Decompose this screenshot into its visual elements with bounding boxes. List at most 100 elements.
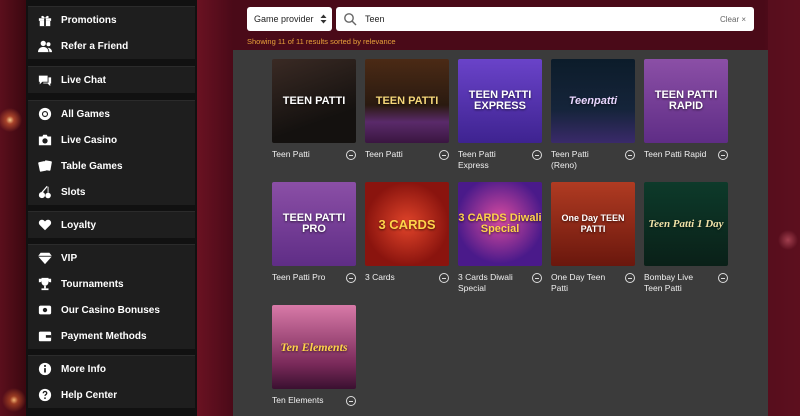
game-thumbnail: TEEN PATTI PRO <box>272 182 356 266</box>
sidebar-item-label: Our Casino Bonuses <box>61 304 160 316</box>
game-tile-teen-patti-1[interactable]: TEEN PATTI Teen Patti <box>272 59 356 160</box>
game-info-icon[interactable] <box>346 150 356 160</box>
game-info-icon[interactable] <box>439 150 449 160</box>
game-tile-teen-patti-reno[interactable]: Teenpatti Teen Patti (Reno) <box>551 59 635 171</box>
game-name: Teen Patti <box>365 149 403 159</box>
sidebar-item-slots[interactable]: Slots <box>28 179 195 205</box>
game-thumbnail: TEEN PATTI EXPRESS <box>458 59 542 143</box>
game-tile-teen-patti-express[interactable]: TEEN PATTI EXPRESS Teen Patti Express <box>458 59 542 171</box>
game-thumbnail: TEEN PATTI <box>272 59 356 143</box>
game-info-icon[interactable] <box>625 150 635 160</box>
sidebar-item-label: Help Center <box>61 389 118 401</box>
search-icon <box>344 13 357 26</box>
users-icon <box>38 39 52 53</box>
sidebar-item-payment-methods[interactable]: Payment Methods <box>28 323 195 349</box>
sidebar-item-loyalty[interactable]: Loyalty <box>28 212 195 238</box>
game-tile-bombay-live-teen-patti[interactable]: Teen Patti 1 Day Bombay Live Teen Patti <box>644 182 728 294</box>
game-info-icon[interactable] <box>439 273 449 283</box>
gift-icon <box>38 13 52 27</box>
game-tile-one-day-teen-patti[interactable]: One Day TEEN PATTI One Day Teen Patti <box>551 182 635 294</box>
game-tile-3-cards-diwali-special[interactable]: 3 CARDS Diwali Special 3 Cards Diwali Sp… <box>458 182 542 294</box>
sidebar-item-our-casino-bonuses[interactable]: Our Casino Bonuses <box>28 297 195 323</box>
nav-group-rewards: VIP Tournaments Our Casino Bonuses Payme… <box>28 244 195 349</box>
sidebar-item-vip[interactable]: VIP <box>28 245 195 271</box>
game-provider-label: Game provider <box>254 14 314 24</box>
game-tile-ten-elements[interactable]: Ten Elements Ten Elements <box>272 305 356 406</box>
sidebar-item-more-info[interactable]: More Info <box>28 356 195 382</box>
game-provider-select[interactable]: Game provider <box>247 7 332 31</box>
game-name: Teen Patti <box>272 149 310 159</box>
bonus-icon <box>38 303 52 317</box>
game-name: Teen Patti Pro <box>272 272 326 282</box>
game-info-icon[interactable] <box>718 150 728 160</box>
results-count-text: Showing 11 of 11 results sorted by relev… <box>247 37 396 46</box>
game-thumbnail: TEEN PATTI <box>365 59 449 143</box>
sidebar-item-refer-a-friend[interactable]: Refer a Friend <box>28 33 195 59</box>
sidebar-item-label: Table Games <box>61 160 123 172</box>
sidebar-item-label: Tournaments <box>61 278 124 290</box>
sidebar-item-label: VIP <box>61 252 78 264</box>
game-name: 3 Cards Diwali Special <box>458 272 513 293</box>
sidebar-item-tournaments[interactable]: Tournaments <box>28 271 195 297</box>
sidebar-item-label: Payment Methods <box>61 330 147 342</box>
sidebar-item-label: Live Chat <box>61 74 107 86</box>
sidebar-item-live-casino[interactable]: Live Casino <box>28 127 195 153</box>
sidebar-item-live-chat[interactable]: Live Chat <box>28 67 195 93</box>
sidebar-item-help-center[interactable]: Help Center <box>28 382 195 408</box>
game-info-icon[interactable] <box>346 273 356 283</box>
game-thumbnail: One Day TEEN PATTI <box>551 182 635 266</box>
game-tile-teen-patti-pro[interactable]: TEEN PATTI PRO Teen Patti Pro <box>272 182 356 283</box>
select-arrows-icon <box>320 14 327 24</box>
game-thumbnail: 3 CARDS <box>365 182 449 266</box>
game-name: Teen Patti (Reno) <box>551 149 589 170</box>
background-left <box>0 0 26 416</box>
game-thumbnail: TEEN PATTI RAPID <box>644 59 728 143</box>
cards-icon <box>38 159 52 173</box>
game-name: 3 Cards <box>365 272 395 282</box>
thumb-title: Teenpatti <box>568 94 618 107</box>
clear-search-button[interactable]: Clear × <box>720 15 746 24</box>
sidebar-item-promotions[interactable]: Promotions <box>28 7 195 33</box>
games-grid: TEEN PATTI Teen Patti TEEN PATTI Teen Pa… <box>233 50 768 416</box>
game-tile-teen-patti-rapid[interactable]: TEEN PATTI RAPID Teen Patti Rapid <box>644 59 728 160</box>
trophy-icon <box>38 277 52 291</box>
nav-group-loyalty: Loyalty <box>28 211 195 238</box>
wallet-icon <box>38 329 52 343</box>
thumb-title: 3 CARDS <box>378 216 436 232</box>
game-tile-teen-patti-2[interactable]: TEEN PATTI Teen Patti <box>365 59 449 160</box>
heart-icon <box>38 218 52 232</box>
sidebar: Promotions Refer a Friend Live Chat All … <box>26 0 197 416</box>
game-info-icon[interactable] <box>532 273 542 283</box>
thumb-title: Ten Elements <box>280 339 348 354</box>
camera-icon <box>38 133 52 147</box>
game-name: Bombay Live Teen Patti <box>644 272 694 293</box>
nav-group-info: More Info Help Center <box>28 355 195 408</box>
game-info-icon[interactable] <box>625 273 635 283</box>
game-info-icon[interactable] <box>532 150 542 160</box>
game-info-icon[interactable] <box>718 273 728 283</box>
cherry-icon <box>38 185 52 199</box>
game-info-icon[interactable] <box>346 396 356 406</box>
diamond-icon <box>38 251 52 265</box>
info-icon <box>38 362 52 376</box>
thumb-title: TEEN PATTI <box>282 94 346 107</box>
search-bar: Clear × <box>336 7 754 31</box>
sidebar-item-label: Promotions <box>61 14 117 26</box>
game-thumbnail: 3 CARDS Diwali Special <box>458 182 542 266</box>
help-icon <box>38 388 52 402</box>
search-input[interactable] <box>365 14 705 24</box>
chip-icon <box>38 107 52 121</box>
nav-group-chat: Live Chat <box>28 66 195 93</box>
game-name: One Day Teen Patti <box>551 272 606 293</box>
game-thumbnail: Teenpatti <box>551 59 635 143</box>
sidebar-item-table-games[interactable]: Table Games <box>28 153 195 179</box>
game-tile-3-cards[interactable]: 3 CARDS 3 Cards <box>365 182 449 283</box>
thumb-title: 3 CARDS Diwali Special <box>458 212 542 235</box>
sidebar-item-label: Loyalty <box>61 219 97 231</box>
thumb-title: Teen Patti 1 Day <box>648 217 724 230</box>
game-name: Teen Patti Rapid <box>644 149 707 159</box>
thumb-title: One Day TEEN PATTI <box>561 213 625 234</box>
nav-group-games: All Games Live Casino Table Games Slots <box>28 100 195 205</box>
sidebar-item-label: More Info <box>61 363 106 375</box>
sidebar-item-all-games[interactable]: All Games <box>28 101 195 127</box>
